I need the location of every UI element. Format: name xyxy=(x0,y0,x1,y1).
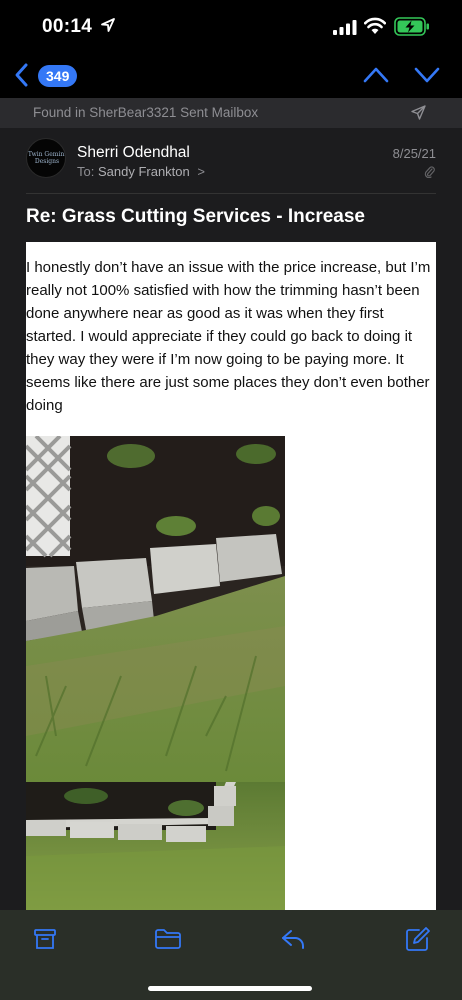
found-in-mailbox-text: Found in SherBear3321 Sent Mailbox xyxy=(33,105,259,120)
message-subject: Re: Grass Cutting Services - Increase xyxy=(26,206,365,227)
paperclip-icon xyxy=(424,166,435,178)
status-time: 00:14 xyxy=(42,16,93,37)
message-count-badge[interactable]: 349 xyxy=(38,65,78,87)
message-body: I honestly don’t have an issue with the … xyxy=(26,242,436,910)
avatar[interactable]: Twin Gemini Designs xyxy=(26,138,66,178)
wifi-icon xyxy=(364,17,386,34)
home-indicator[interactable] xyxy=(148,986,312,991)
folder-icon[interactable] xyxy=(154,928,182,950)
to-label: To: xyxy=(77,164,95,179)
recipient-name[interactable]: Sandy Frankton xyxy=(98,164,190,179)
compose-icon[interactable] xyxy=(405,926,431,952)
sender-name[interactable]: Sherri Odendhal xyxy=(77,144,190,162)
status-bar: 00:14 xyxy=(0,0,462,52)
chevron-right-icon: > xyxy=(197,164,205,179)
send-icon xyxy=(411,105,426,120)
chevron-down-icon[interactable] xyxy=(413,64,441,86)
message-view: Twin Gemini Designs Sherri Odendhal To: … xyxy=(0,128,462,910)
avatar-logo-text: Twin Gemini Designs xyxy=(27,151,66,165)
header-divider xyxy=(26,193,436,194)
lawn-photo-attachment[interactable] xyxy=(26,436,285,910)
found-in-mailbox-banner: Found in SherBear3321 Sent Mailbox xyxy=(0,98,462,128)
chevron-up-icon[interactable] xyxy=(362,64,390,86)
archive-icon[interactable] xyxy=(33,927,57,951)
reply-icon[interactable] xyxy=(280,927,306,951)
battery-charging-icon xyxy=(394,17,429,36)
recipient-line[interactable]: To: Sandy Frankton > xyxy=(77,164,205,179)
message-body-text: I honestly don’t have an issue with the … xyxy=(26,259,431,414)
location-arrow-icon xyxy=(101,18,115,32)
cellular-signal-icon xyxy=(333,20,357,35)
message-date: 8/25/21 xyxy=(392,146,436,161)
chevron-left-icon[interactable] xyxy=(12,62,32,88)
mail-navigation-bar: 349 xyxy=(0,52,462,98)
